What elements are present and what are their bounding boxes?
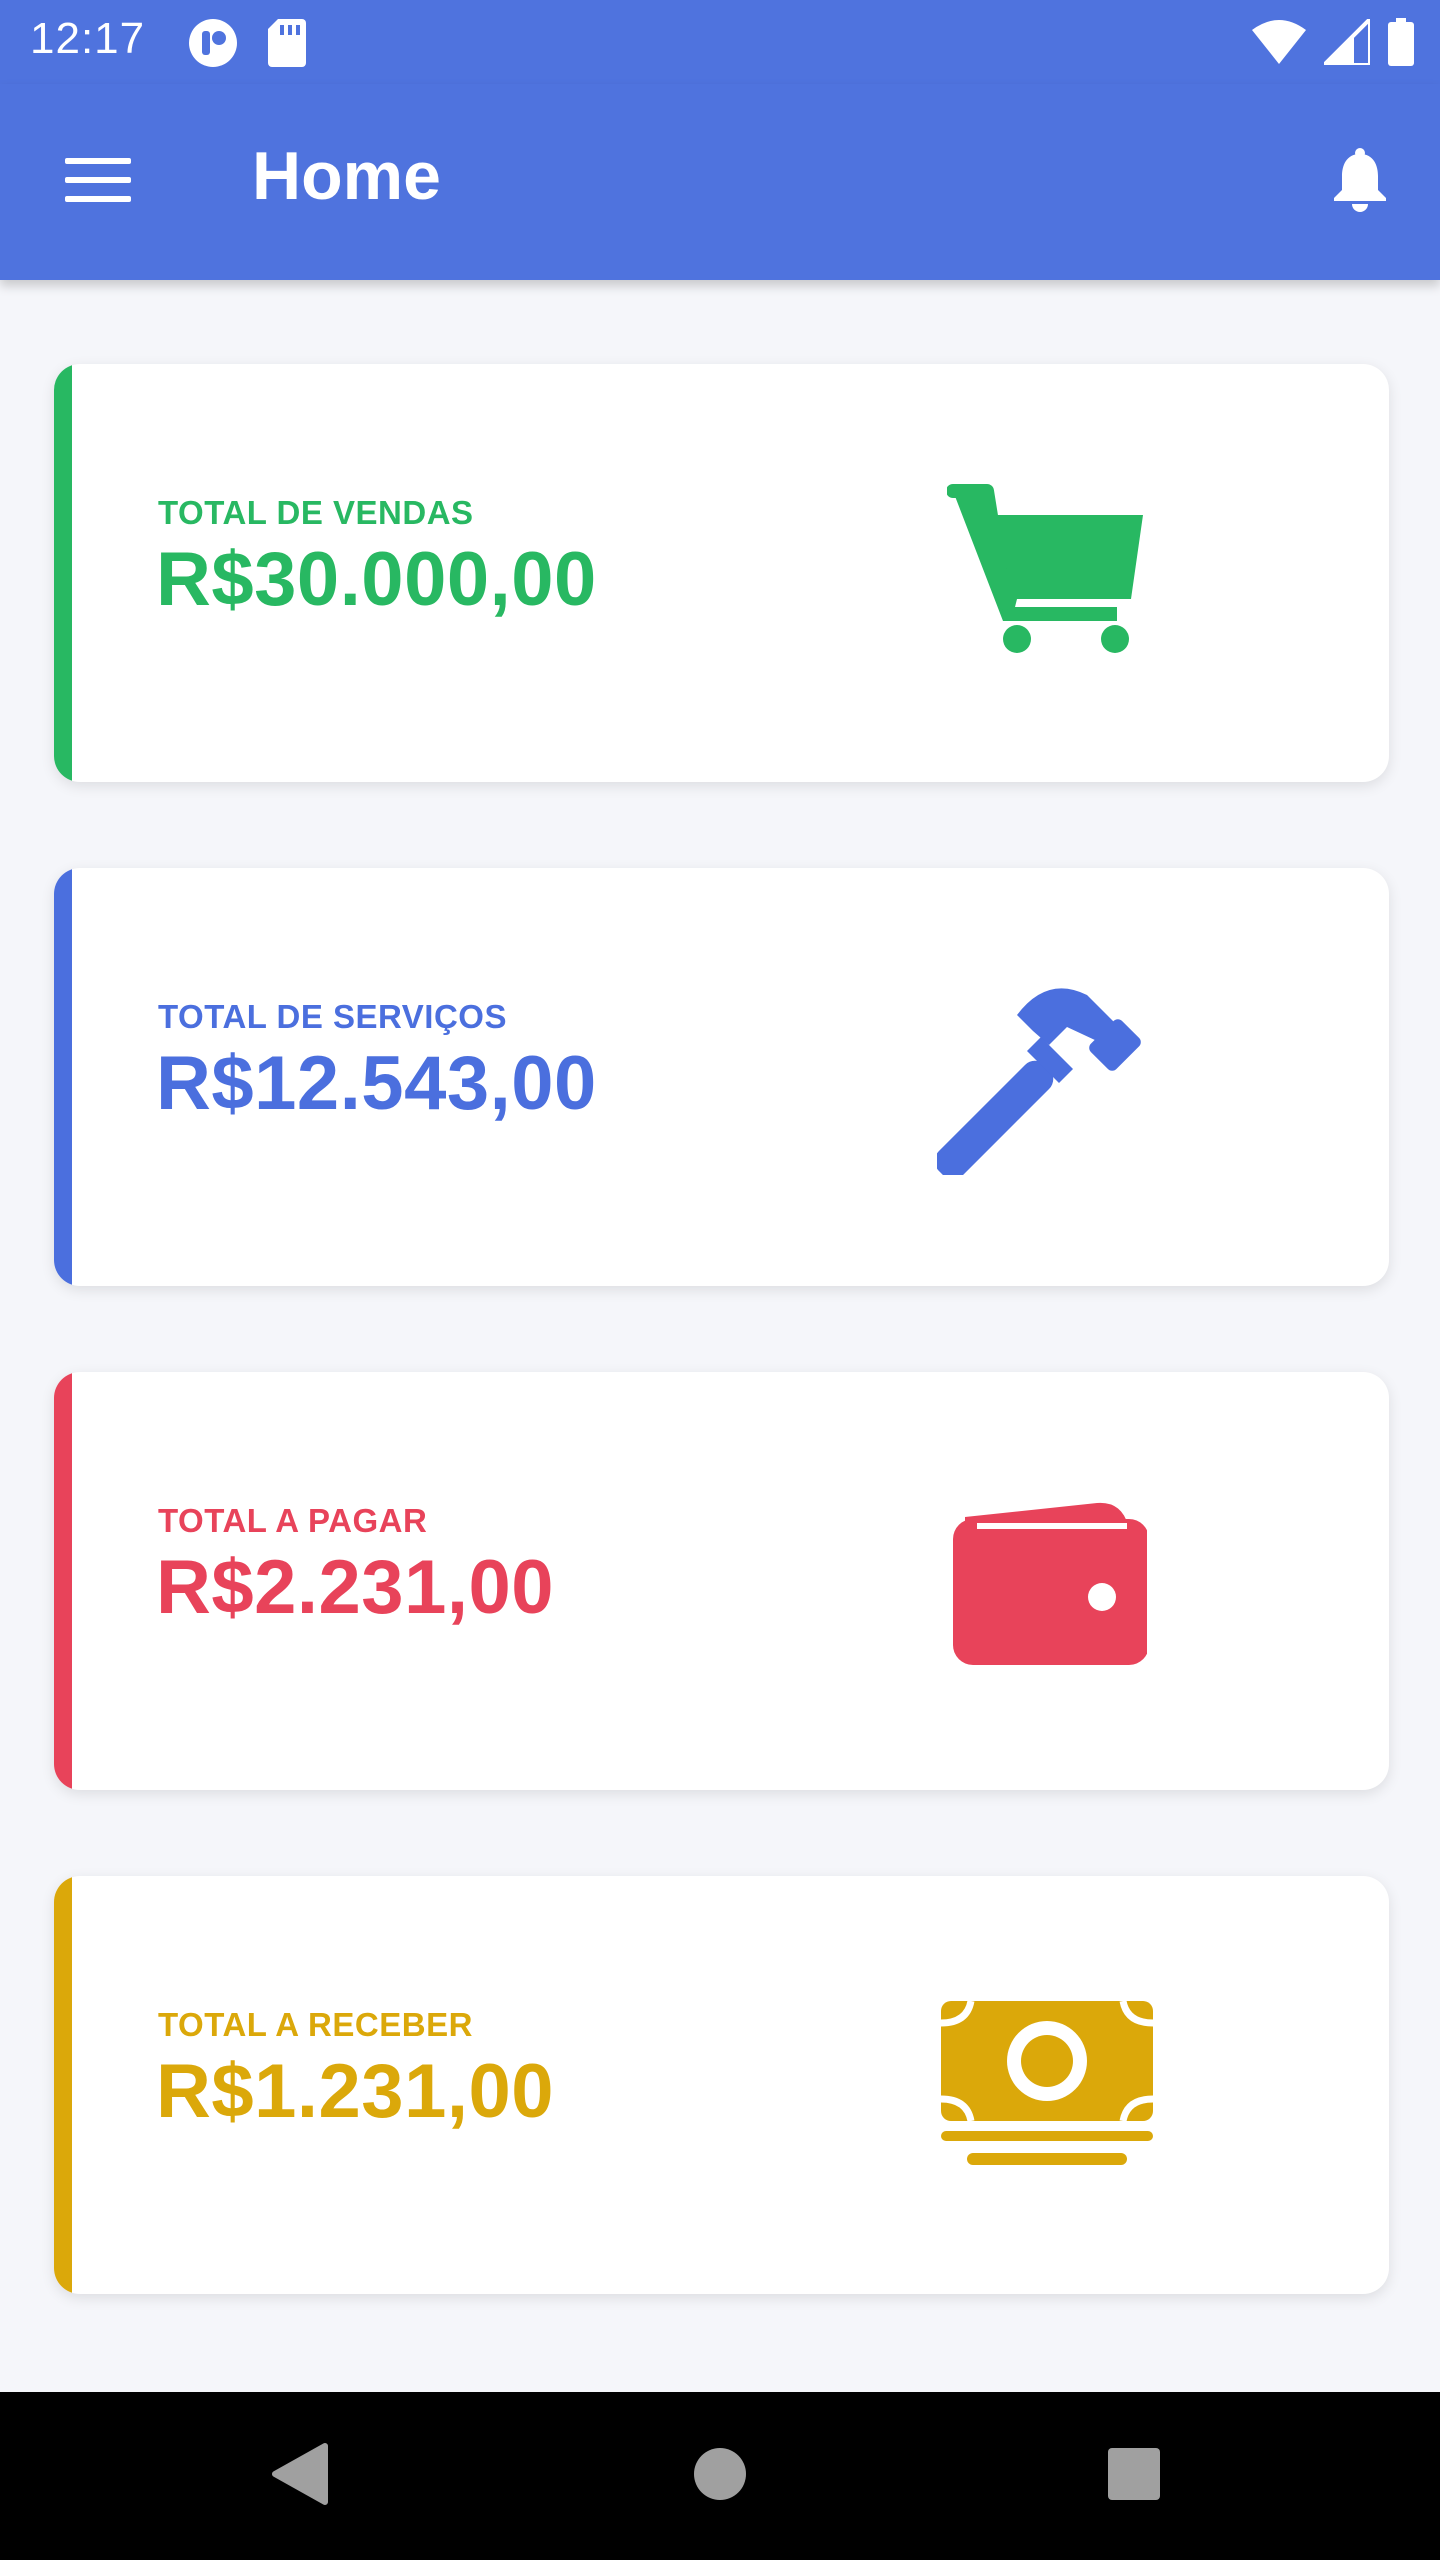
recents-button[interactable] — [1094, 2436, 1174, 2516]
battery-icon — [1388, 18, 1414, 71]
card-label: TOTAL A PAGAR — [158, 1502, 428, 1539]
money-bill-icon — [932, 1978, 1162, 2188]
card-value: R$2.231,00 — [156, 1545, 554, 1630]
card-accent — [54, 364, 72, 782]
page-title: Home — [252, 138, 441, 214]
card-total-servicos[interactable]: TOTAL DE SERVIÇOS R$12.543,00 — [54, 868, 1389, 1286]
recents-icon — [1106, 2446, 1162, 2507]
notifications-button[interactable] — [1320, 142, 1400, 222]
home-button[interactable] — [680, 2436, 760, 2516]
back-icon — [271, 2442, 329, 2511]
card-total-receber[interactable]: TOTAL A RECEBER R$1.231,00 — [54, 1876, 1389, 2294]
app-bar: Home — [0, 84, 1440, 280]
hammer-icon — [932, 970, 1162, 1180]
app-notification-icon — [188, 18, 238, 73]
card-total-pagar[interactable]: TOTAL A PAGAR R$2.231,00 — [54, 1372, 1389, 1790]
status-time: 12:17 — [30, 14, 146, 63]
card-label: TOTAL DE VENDAS — [158, 494, 474, 531]
card-accent — [54, 1876, 72, 2294]
card-total-vendas[interactable]: TOTAL DE VENDAS R$30.000,00 — [54, 364, 1389, 782]
wallet-icon — [932, 1474, 1162, 1684]
signal-icon — [1319, 14, 1372, 70]
wifi-icon — [1252, 20, 1306, 69]
card-accent — [54, 1372, 72, 1790]
menu-button[interactable] — [50, 142, 146, 222]
card-value: R$30.000,00 — [156, 537, 597, 622]
card-accent — [54, 868, 72, 1286]
sd-card-icon — [268, 19, 306, 72]
card-value: R$12.543,00 — [156, 1041, 597, 1126]
dashboard-content: TOTAL DE VENDAS R$30.000,00 TOTAL DE SER… — [0, 280, 1440, 2392]
menu-icon — [65, 156, 131, 209]
back-button[interactable] — [260, 2436, 340, 2516]
shopping-cart-icon — [932, 466, 1162, 676]
card-label: TOTAL A RECEBER — [158, 2006, 473, 2043]
status-bar: 12:17 — [0, 0, 1440, 84]
card-value: R$1.231,00 — [156, 2049, 554, 2134]
bell-icon — [1332, 147, 1388, 217]
home-icon — [693, 2447, 747, 2506]
system-nav-bar — [0, 2392, 1440, 2560]
card-label: TOTAL DE SERVIÇOS — [158, 998, 507, 1035]
